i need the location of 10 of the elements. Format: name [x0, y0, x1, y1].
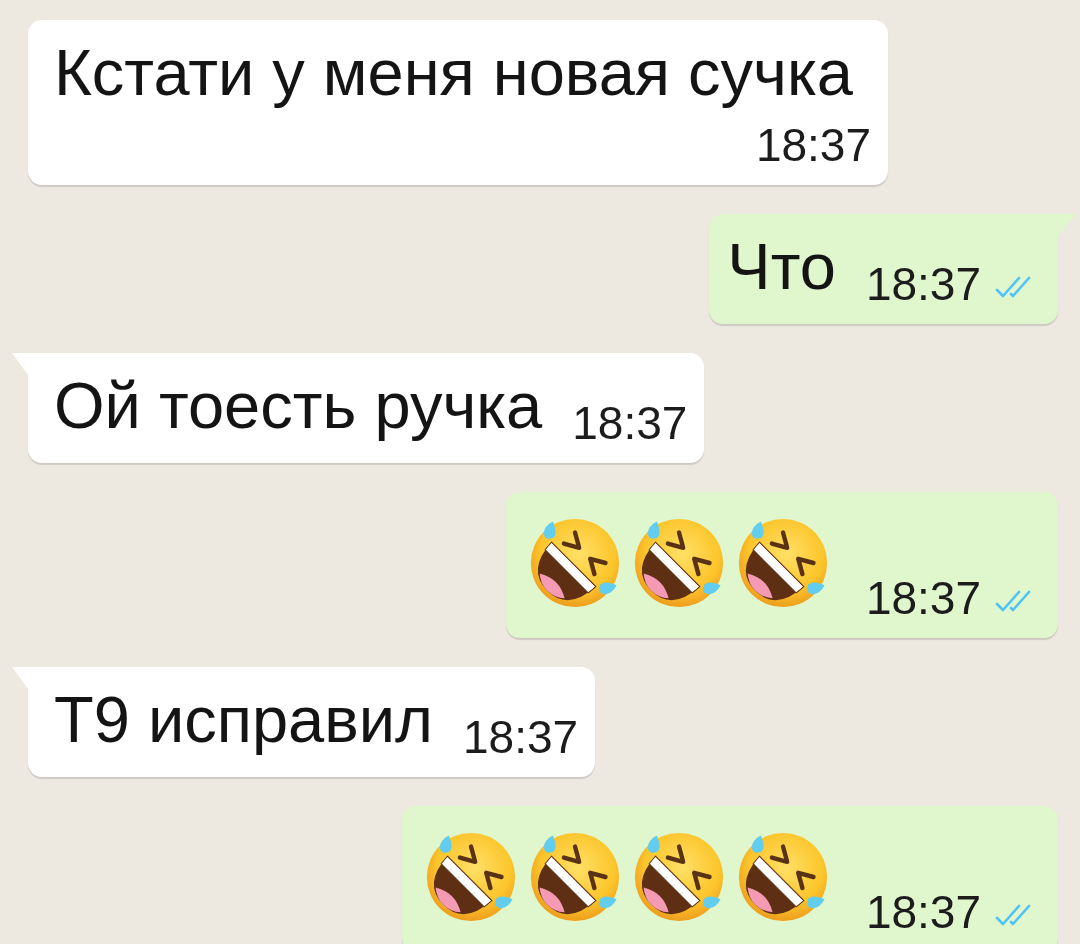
message-time: 18:37 [865, 885, 981, 940]
message-text: Что [727, 232, 836, 302]
message-text: Ой тоесть ручка [54, 371, 543, 441]
message-time: 18:37 [755, 118, 871, 173]
message-time: 18:37 [865, 571, 981, 626]
message-time: 18:37 [463, 710, 579, 765]
message-text: T9 исправил [54, 685, 433, 755]
message-text: Кстати у меня новая сучка [54, 38, 853, 108]
message-time: 18:37 [572, 396, 688, 451]
message-time: 18:37 [865, 257, 981, 312]
